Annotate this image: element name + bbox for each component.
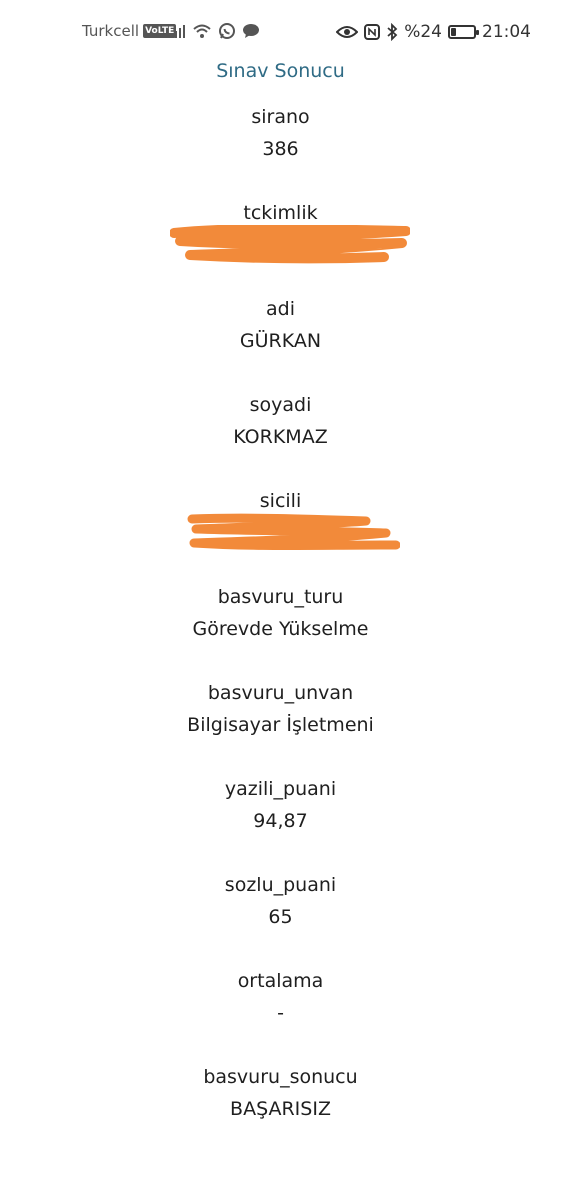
page-title: Sınav Sonucu [216, 60, 345, 82]
field-sicili: sicili [0, 485, 561, 550]
field-value: - [277, 1002, 284, 1024]
field-value: 386 [262, 138, 299, 160]
field-label: sirano [251, 106, 310, 128]
field-value: KORKMAZ [233, 426, 328, 448]
field-label: ortalama [237, 970, 324, 992]
status-icons-left [170, 22, 260, 40]
battery-percent: %24 [404, 22, 442, 42]
status-icons-right: %24 21:04 [336, 22, 531, 42]
battery-fill [451, 28, 456, 36]
field-value: BAŞARISIZ [230, 1098, 331, 1120]
carrier-name: Turkcell [82, 22, 140, 40]
field-value: 94,87 [253, 810, 308, 832]
field-label: basvuru_sonucu [203, 1066, 358, 1088]
clock: 21:04 [482, 22, 531, 42]
field-label: sozlu_puani [224, 874, 337, 896]
field-tckimlik: tckimlik [0, 197, 561, 264]
field-yazili-puani: yazili_puani 94,87 [0, 773, 561, 837]
message-icon [243, 24, 259, 38]
carrier-info: Turkcell VoLTE [82, 22, 177, 40]
field-sirano: sirano 386 [0, 101, 561, 165]
redaction-scribble [0, 225, 561, 264]
field-basvuru-unvan: basvuru_unvan Bilgisayar İşletmeni [0, 677, 561, 741]
field-label: basvuru_unvan [207, 682, 354, 704]
signal-icon [171, 25, 185, 38]
field-label: basvuru_turu [217, 586, 344, 608]
field-label: adi [266, 298, 295, 320]
field-label: soyadi [249, 394, 312, 416]
nfc-icon [364, 24, 381, 40]
field-basvuru-turu: basvuru_turu Görevde Yükselme [0, 581, 561, 645]
bluetooth-icon [387, 23, 398, 41]
whatsapp-icon [219, 23, 235, 39]
field-value: Görevde Yükselme [192, 618, 369, 640]
field-value: Bilgisayar İşletmeni [187, 714, 374, 736]
redaction-scribble [0, 513, 561, 550]
status-bar: Turkcell VoLTE %24 21:04 [0, 0, 561, 66]
field-soyadi: soyadi KORKMAZ [0, 389, 561, 453]
battery-icon [448, 25, 479, 39]
field-value: GÜRKAN [239, 330, 322, 352]
result-fields: sirano 386 tckimlik adi GÜRKAN soyadi KO… [0, 101, 561, 1125]
field-value: 65 [268, 906, 293, 928]
field-ortalama: ortalama - [0, 965, 561, 1029]
wifi-icon [193, 24, 211, 38]
field-adi: adi GÜRKAN [0, 293, 561, 357]
field-label: yazili_puani [224, 778, 337, 800]
field-basvuru-sonucu: basvuru_sonucu BAŞARISIZ [0, 1061, 561, 1125]
field-sozlu-puani: sozlu_puani 65 [0, 869, 561, 933]
eye-icon [336, 26, 359, 38]
